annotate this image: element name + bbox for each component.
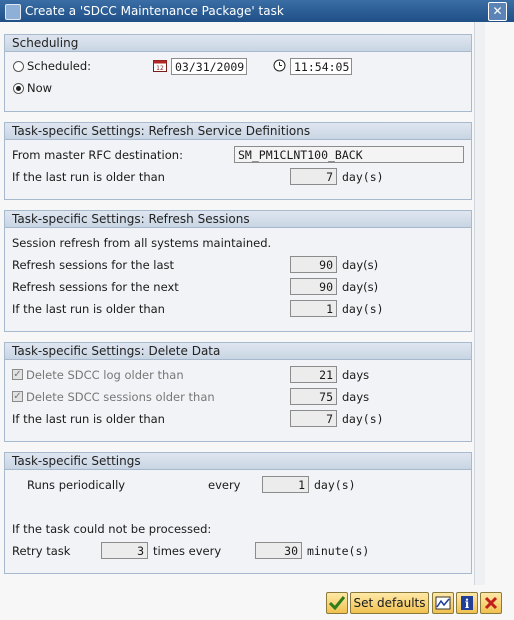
scheduled-label: Scheduled: bbox=[27, 59, 92, 73]
refresh-next-unit: day(s) bbox=[342, 280, 379, 294]
retry-minutes-unit: minute(s) bbox=[307, 544, 370, 558]
older-than-field[interactable]: 7 bbox=[290, 168, 337, 185]
window-title: Create a 'SDCC Maintenance Package' task bbox=[25, 4, 284, 18]
delete-sessions-label: Delete SDCC sessions older than bbox=[26, 390, 215, 404]
schedule-date-field[interactable]: 03/31/2009 bbox=[171, 58, 247, 75]
confirm-button[interactable] bbox=[326, 592, 348, 614]
older-than-label: If the last run is older than bbox=[12, 170, 165, 184]
scheduling-group: Scheduling Scheduled: Now 12 03/31/2009 … bbox=[4, 34, 472, 112]
delete-older-than-unit: day(s) bbox=[342, 412, 384, 426]
session-refresh-info: Session refresh from all systems maintai… bbox=[12, 236, 272, 250]
delete-sessions-unit: days bbox=[342, 390, 370, 404]
every-unit: day(s) bbox=[314, 478, 356, 492]
svg-text:i: i bbox=[465, 597, 470, 611]
delete-older-than-field[interactable]: 7 bbox=[290, 410, 337, 427]
info-icon: i bbox=[461, 596, 473, 611]
runs-periodically-label: Runs periodically bbox=[27, 478, 126, 492]
refresh-last-field[interactable]: 90 bbox=[290, 256, 337, 273]
schedule-time-field[interactable]: 11:54:05 bbox=[290, 58, 352, 75]
rfc-destination-field[interactable]: SM_PM1CLNT100_BACK bbox=[234, 146, 464, 163]
delete-log-label: Delete SDCC log older than bbox=[26, 368, 184, 382]
retry-minutes-field[interactable]: 30 bbox=[255, 542, 302, 559]
refresh-next-field[interactable]: 90 bbox=[290, 278, 337, 295]
refresh-definitions-group: Task-specific Settings: Refresh Service … bbox=[4, 122, 472, 200]
clock-icon[interactable] bbox=[273, 59, 286, 72]
checkmark-icon bbox=[328, 596, 346, 611]
delete-data-group: Task-specific Settings: Delete Data ✓ De… bbox=[4, 342, 472, 442]
delete-older-than-label: If the last run is older than bbox=[12, 412, 165, 426]
scheduling-header: Scheduling bbox=[5, 35, 471, 52]
times-every-label: times every bbox=[153, 544, 222, 558]
calendar-icon[interactable]: 12 bbox=[153, 59, 167, 72]
not-processed-label: If the task could not be processed: bbox=[12, 522, 212, 536]
retry-task-label: Retry task bbox=[12, 544, 71, 558]
sessions-older-than-unit: day(s) bbox=[342, 302, 384, 316]
cancel-button[interactable] bbox=[480, 592, 502, 614]
delete-log-field[interactable]: 21 bbox=[290, 366, 337, 383]
close-icon[interactable]: ✕ bbox=[488, 2, 507, 21]
info-button[interactable]: i bbox=[456, 592, 478, 614]
layout-button[interactable] bbox=[432, 592, 454, 614]
sessions-older-than-field[interactable]: 1 bbox=[290, 300, 337, 317]
delete-data-header: Task-specific Settings: Delete Data bbox=[5, 343, 471, 360]
retry-count-field[interactable]: 3 bbox=[101, 542, 148, 559]
every-label: every bbox=[208, 478, 241, 492]
scrollbar[interactable] bbox=[474, 22, 485, 585]
now-label: Now bbox=[27, 81, 53, 95]
sessions-older-than-label: If the last run is older than bbox=[12, 302, 165, 316]
refresh-next-label: Refresh sessions for the next bbox=[12, 280, 179, 294]
delete-log-checkbox[interactable]: ✓ bbox=[12, 369, 23, 380]
refresh-definitions-header: Task-specific Settings: Refresh Service … bbox=[5, 123, 471, 140]
svg-text:12: 12 bbox=[156, 65, 164, 72]
graph-icon bbox=[435, 596, 451, 610]
refresh-last-unit: day(s) bbox=[342, 258, 379, 272]
delete-sessions-checkbox[interactable]: ✓ bbox=[12, 391, 23, 402]
refresh-last-label: Refresh sessions for the last bbox=[12, 258, 175, 272]
every-field[interactable]: 1 bbox=[262, 476, 309, 493]
delete-sessions-field[interactable]: 75 bbox=[290, 388, 337, 405]
refresh-sessions-group: Task-specific Settings: Refresh Sessions… bbox=[4, 210, 472, 332]
title-bar: Create a 'SDCC Maintenance Package' task… bbox=[0, 0, 514, 22]
delete-log-unit: days bbox=[342, 368, 370, 382]
refresh-sessions-header: Task-specific Settings: Refresh Sessions bbox=[5, 211, 471, 228]
scheduled-radio[interactable] bbox=[13, 61, 24, 72]
older-than-unit: day(s) bbox=[342, 170, 384, 184]
cancel-icon bbox=[484, 596, 498, 610]
window-icon bbox=[5, 4, 21, 20]
now-radio[interactable] bbox=[13, 83, 24, 94]
rfc-destination-label: From master RFC destination: bbox=[12, 148, 183, 162]
task-settings-group: Task-specific Settings Runs periodically… bbox=[4, 452, 472, 574]
task-settings-header: Task-specific Settings bbox=[5, 453, 471, 470]
set-defaults-button[interactable]: Set defaults bbox=[350, 592, 429, 614]
